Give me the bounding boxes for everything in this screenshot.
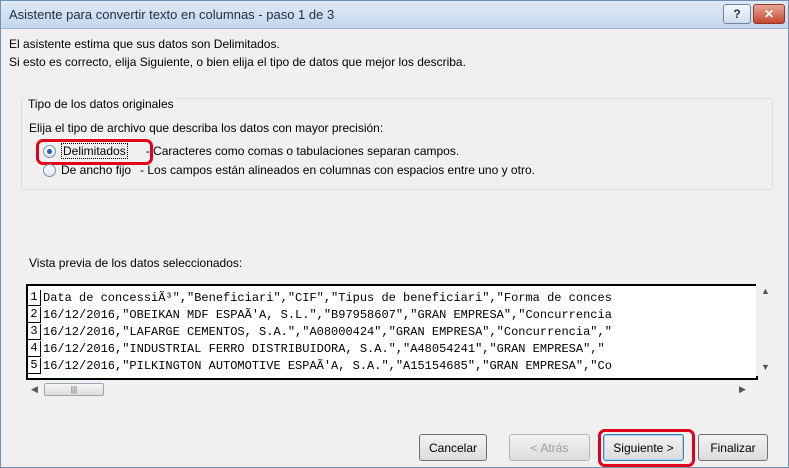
intro-line-1: El asistente estima que sus datos son De… <box>9 37 280 51</box>
data-type-instruction: Elija el tipo de archivo que describa lo… <box>29 121 384 135</box>
preview-row-text: 16/12/2016,"LAFARGE CEMENTOS, S.A.","A08… <box>43 325 612 339</box>
preview-row-number: 1 <box>28 290 41 306</box>
back-button[interactable]: < Atrás <box>509 434 590 461</box>
radio-delimitados-label[interactable]: Delimitados <box>61 143 128 159</box>
next-button[interactable]: Siguiente > <box>603 434 684 461</box>
down-arrow-icon[interactable]: ▼ <box>761 362 770 372</box>
radio-ancho-fijo-label[interactable]: De ancho fijo <box>61 163 131 177</box>
finish-button[interactable]: Finalizar <box>698 434 768 461</box>
preview-row: 4 16/12/2016,"INDUSTRIAL FERRO DISTRIBUI… <box>28 341 605 357</box>
radio-delimitados-description: - Caracteres como comas o tabulaciones s… <box>145 144 460 158</box>
preview-row-number: 4 <box>28 341 41 357</box>
data-type-group-label: Tipo de los datos originales <box>25 97 177 111</box>
intro-line-2: Si esto es correcto, elija Siguiente, o … <box>9 55 466 69</box>
title-bar: Asistente para convertir texto en column… <box>1 1 788 29</box>
preview-horizontal-scrollbar[interactable]: ◀ ||| ▶ <box>26 381 754 398</box>
close-button[interactable]: ✕ <box>753 4 785 24</box>
cancel-button[interactable]: Cancelar <box>419 434 487 461</box>
preview-row-text: 16/12/2016,"PILKINGTON AUTOMOTIVE ESPAÃ'… <box>43 359 612 373</box>
radio-ancho-fijo[interactable] <box>43 163 56 177</box>
preview-row-number: 3 <box>28 324 41 340</box>
radio-delimitados[interactable] <box>43 144 56 158</box>
preview-row: 1 Data de concessiÃ³","Beneficiari","CIF… <box>28 290 612 306</box>
window-title: Asistente para convertir texto en column… <box>9 7 335 22</box>
preview-pane[interactable]: 1 Data de concessiÃ³","Beneficiari","CIF… <box>26 284 758 380</box>
radio-row-delimitados[interactable]: Delimitados - Caracteres como comas o ta… <box>43 143 459 159</box>
preview-vertical-scrollbar[interactable]: ▲ ▼ <box>756 284 773 376</box>
left-arrow-icon[interactable]: ◀ <box>31 384 38 395</box>
radio-ancho-fijo-description: - Los campos están alineados en columnas… <box>140 163 535 177</box>
radio-row-ancho-fijo[interactable]: De ancho fijo - Los campos están alinead… <box>43 163 535 177</box>
right-arrow-icon[interactable]: ▶ <box>739 384 746 395</box>
preview-label: Vista previa de los datos seleccionados: <box>29 256 243 270</box>
preview-row-text: 16/12/2016,"OBEIKAN MDF ESPAÃ'A, S.L.","… <box>43 308 612 322</box>
help-button[interactable]: ? <box>723 4 751 24</box>
preview-row: 3 16/12/2016,"LAFARGE CEMENTOS, S.A.","A… <box>28 324 612 340</box>
preview-row-number: 2 <box>28 307 41 323</box>
preview-row: 2 16/12/2016,"OBEIKAN MDF ESPAÃ'A, S.L."… <box>28 307 612 323</box>
preview-row-text: Data de concessiÃ³","Beneficiari","CIF",… <box>43 291 612 305</box>
wizard-dialog: Asistente para convertir texto en column… <box>0 0 789 468</box>
preview-row-number: 5 <box>28 358 41 374</box>
preview-row-text: 16/12/2016,"INDUSTRIAL FERRO DISTRIBUIDO… <box>43 342 605 356</box>
preview-row: 5 16/12/2016,"PILKINGTON AUTOMOTIVE ESPA… <box>28 358 612 374</box>
up-arrow-icon[interactable]: ▲ <box>761 286 770 296</box>
horizontal-scroll-thumb[interactable]: ||| <box>44 383 104 396</box>
